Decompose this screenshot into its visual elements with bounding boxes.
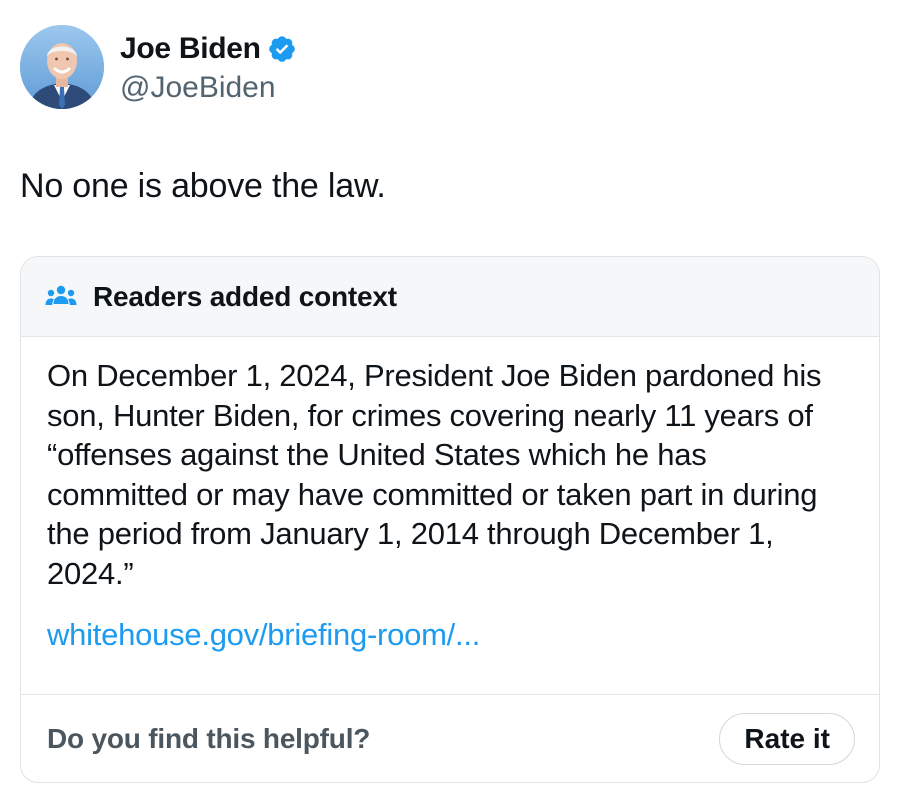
avatar[interactable] [20,25,104,109]
display-name[interactable]: Joe Biden [120,32,261,66]
community-note-body: On December 1, 2024, President Joe Biden… [21,337,879,677]
rate-it-button[interactable]: Rate it [719,712,855,765]
community-note-header: Readers added context [21,257,879,337]
verified-badge-icon[interactable] [267,34,297,64]
people-icon [45,283,77,311]
community-note-text: On December 1, 2024, President Joe Biden… [47,358,822,591]
tweet: Joe Biden @JoeBiden No one is above the … [0,0,900,795]
tweet-text: No one is above the law. [20,167,386,205]
author-names: Joe Biden @JoeBiden [120,29,297,105]
helpful-question: Do you find this helpful? [47,722,371,754]
tweet-header: Joe Biden @JoeBiden [20,24,297,110]
community-note: Readers added context On December 1, 202… [20,256,880,783]
author-handle[interactable]: @JoeBiden [120,71,297,105]
source-link[interactable]: whitehouse.gov/briefing-room/... [47,615,480,655]
name-row: Joe Biden [120,29,297,69]
community-note-title: Readers added context [93,280,397,312]
community-note-footer: Do you find this helpful? Rate it [21,694,879,782]
